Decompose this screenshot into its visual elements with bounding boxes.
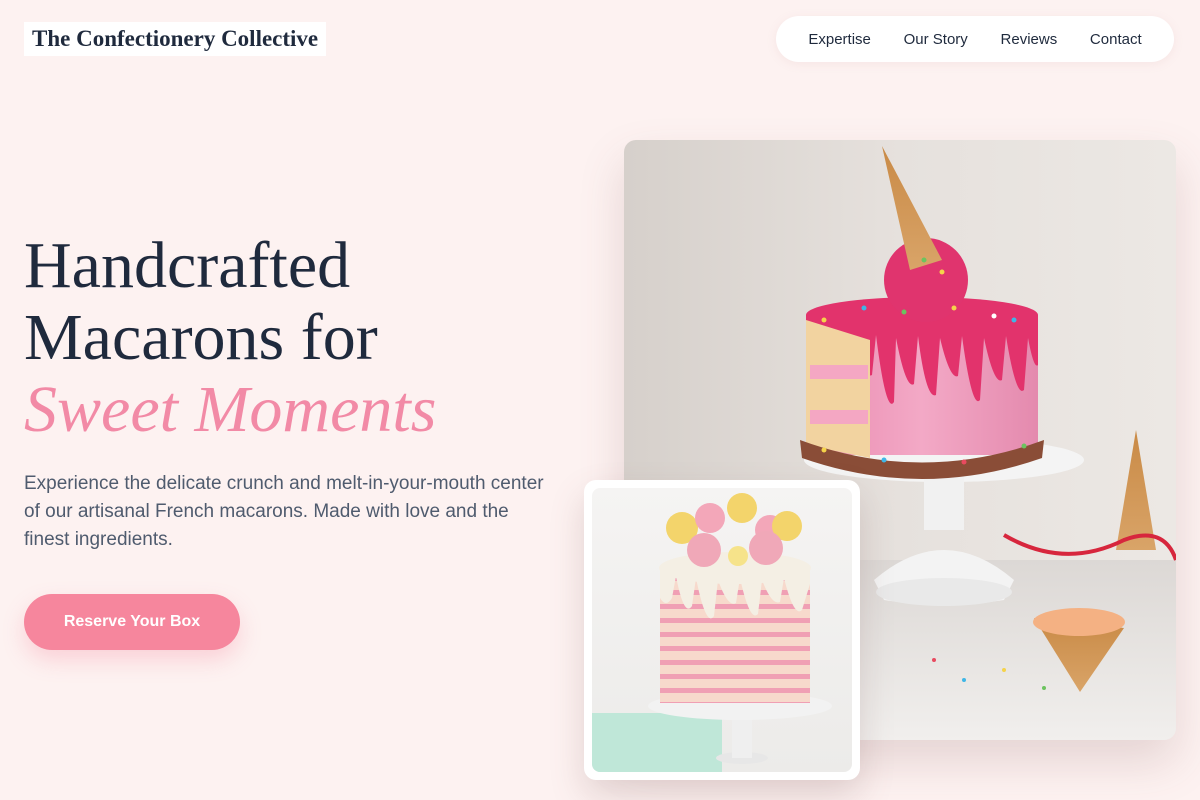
- headline-line-1: Handcrafted: [24, 229, 351, 302]
- nav-item-our-story[interactable]: Our Story: [904, 31, 968, 48]
- hero-headline: Handcrafted Macarons for Sweet Moments: [24, 230, 584, 446]
- hero-description: Experience the delicate crunch and melt-…: [24, 473, 544, 550]
- headline-line-2: Macarons for: [24, 301, 378, 374]
- nav-item-contact[interactable]: Contact: [1090, 31, 1142, 48]
- macaron-cake-card: [584, 480, 860, 780]
- striped-cake-illustration: [592, 488, 852, 772]
- brand-logo[interactable]: The Confectionery Collective: [24, 22, 327, 56]
- landing-page: The Confectionery Collective Expertise O…: [0, 0, 1200, 800]
- nav-item-expertise[interactable]: Expertise: [808, 31, 871, 48]
- nav-item-reviews[interactable]: Reviews: [1001, 31, 1058, 48]
- reserve-box-button[interactable]: Reserve Your Box: [24, 594, 240, 650]
- main-nav: Expertise Our Story Reviews Contact: [776, 16, 1174, 62]
- headline-accent: Sweet Moments: [24, 373, 437, 446]
- macaron-cake-image: [592, 488, 852, 772]
